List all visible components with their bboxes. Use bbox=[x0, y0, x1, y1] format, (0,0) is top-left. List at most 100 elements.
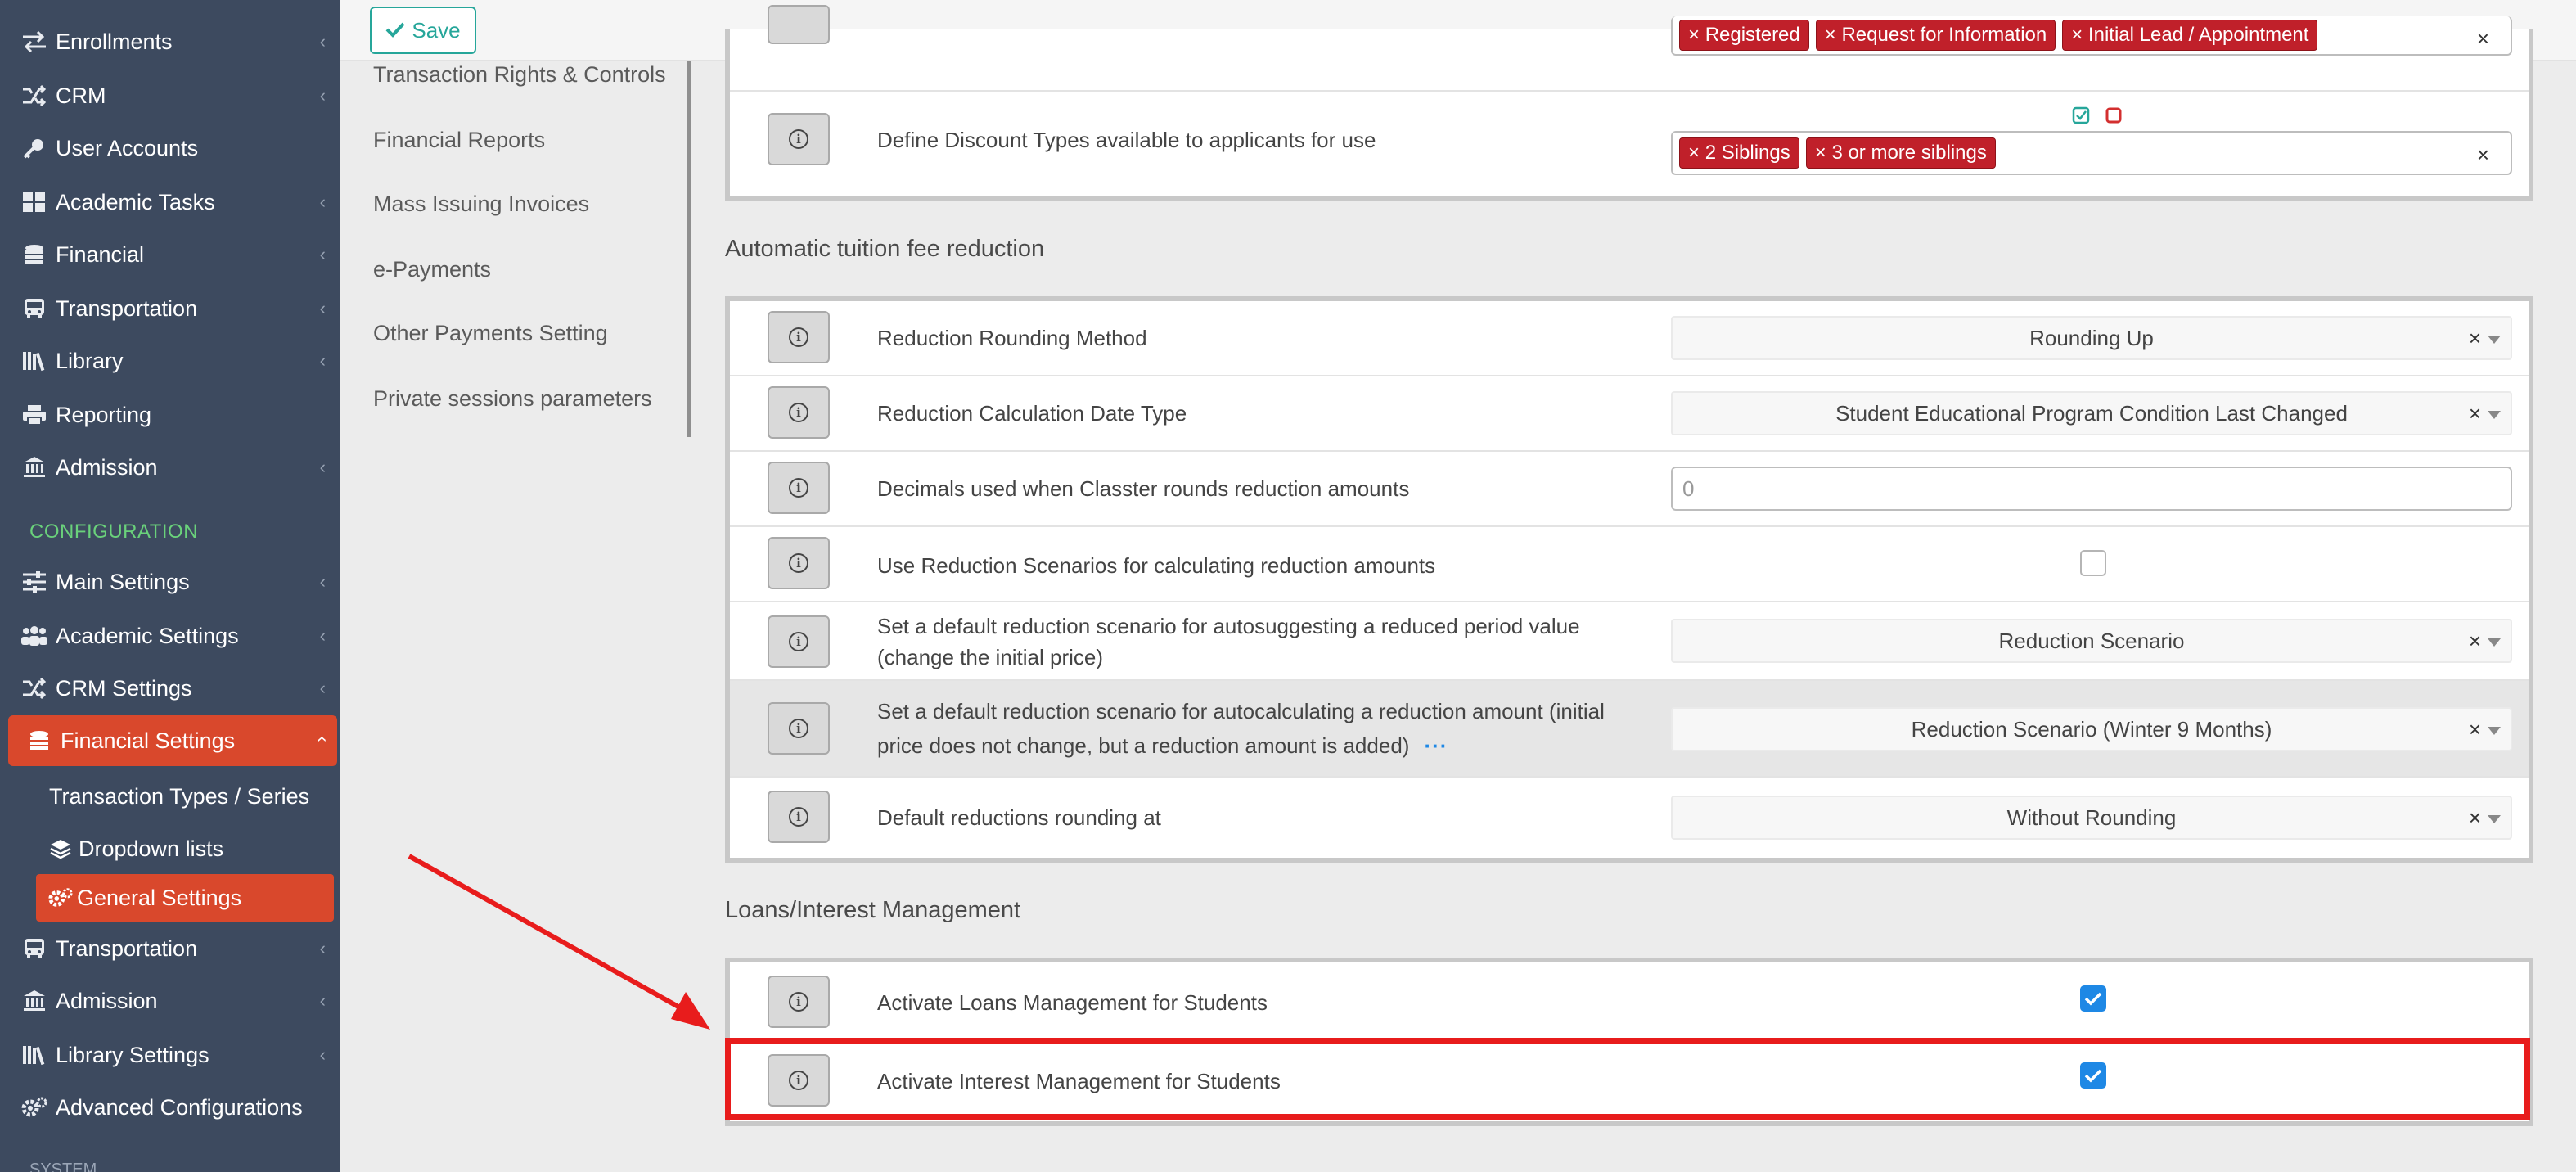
sidebar-item-label: CRM Settings bbox=[56, 675, 192, 701]
coins-icon bbox=[23, 724, 56, 757]
sidebar-item-library-settings[interactable]: Library Settings ‹ bbox=[0, 1030, 340, 1080]
sidebar-item-library[interactable]: Library ‹ bbox=[0, 336, 340, 386]
clear-icon[interactable]: × bbox=[2469, 717, 2481, 742]
subnav-scrollbar[interactable] bbox=[687, 61, 691, 437]
tag-label: 2 Siblings bbox=[1705, 142, 1790, 164]
caret-down-icon[interactable] bbox=[2488, 336, 2501, 344]
autocalculate-scenario-select[interactable]: Reduction Scenario (Winter 9 Months) × bbox=[1671, 707, 2512, 751]
subnav-item-private-sessions[interactable]: Private sessions parameters bbox=[373, 386, 652, 412]
sidebar-subitem-general-settings[interactable]: General Settings bbox=[36, 874, 334, 922]
clear-icon[interactable]: × bbox=[2469, 326, 2481, 351]
sidebar-item-main-settings[interactable]: Main Settings ‹ bbox=[0, 557, 340, 607]
select-value: Rounding Up bbox=[2029, 325, 2154, 350]
configuration-heading: CONFIGURATION bbox=[29, 521, 199, 543]
settings-row-default-scenario-autosuggest: i Set a default reduction scenario for a… bbox=[730, 602, 2529, 681]
sidebar-item-crm[interactable]: CRM ‹ bbox=[0, 70, 340, 121]
applicant-settings-panel: × Registered × Request for Information ×… bbox=[725, 5, 2533, 201]
default-rounding-select[interactable]: Without Rounding × bbox=[1671, 796, 2512, 840]
caret-down-icon[interactable] bbox=[2488, 411, 2501, 419]
info-button[interactable]: i bbox=[768, 976, 830, 1028]
tag-initial-lead[interactable]: × Initial Lead / Appointment bbox=[2062, 20, 2318, 51]
autosuggest-scenario-select[interactable]: Reduction Scenario × bbox=[1671, 619, 2512, 663]
more-ellipsis[interactable]: ··· bbox=[1424, 733, 1448, 758]
sidebar-subitem-transaction-types[interactable]: Transaction Types / Series bbox=[0, 773, 340, 820]
gears-icon bbox=[18, 1091, 51, 1124]
select-value: Reduction Scenario bbox=[1998, 628, 2185, 653]
sidebar-item-advanced-configurations[interactable]: Advanced Configurations bbox=[0, 1082, 340, 1133]
applicant-status-tags[interactable]: × Registered × Request for Information ×… bbox=[1671, 16, 2512, 56]
sidebar-item-enrollments[interactable]: Enrollments ‹ bbox=[0, 16, 340, 67]
info-icon: i bbox=[789, 632, 808, 651]
discount-types-tags[interactable]: × 2 Siblings × 3 or more siblings × bbox=[1671, 131, 2512, 175]
subnav-item-other-payments[interactable]: Other Payments Setting bbox=[373, 321, 608, 346]
sidebar-item-financial[interactable]: Financial ‹ bbox=[0, 229, 340, 280]
clear-icon[interactable]: × bbox=[2477, 26, 2489, 52]
chevron-left-icon: ‹ bbox=[319, 298, 326, 318]
caret-down-icon[interactable] bbox=[2488, 638, 2501, 647]
sidebar-item-transportation-settings[interactable]: Transportation ‹ bbox=[0, 923, 340, 974]
subnav-item-financial-reports[interactable]: Financial Reports bbox=[373, 128, 545, 153]
loans-interest-panel: i Activate Loans Management for Students… bbox=[725, 958, 2533, 1126]
select-all-icon[interactable] bbox=[2072, 106, 2090, 128]
sidebar-item-academic-settings[interactable]: Academic Settings ‹ bbox=[0, 611, 340, 661]
row-label: Activate Interest Management for Student… bbox=[877, 1069, 1281, 1093]
caret-down-icon[interactable] bbox=[2488, 815, 2501, 823]
tag-request-for-information[interactable]: × Request for Information bbox=[1815, 20, 2056, 51]
rounding-method-select[interactable]: Rounding Up × bbox=[1671, 316, 2512, 360]
sidebar-item-academic-tasks[interactable]: Academic Tasks ‹ bbox=[0, 177, 340, 228]
info-button[interactable]: i bbox=[768, 791, 830, 843]
info-button[interactable]: i bbox=[768, 386, 830, 439]
tag-label: 3 or more siblings bbox=[1831, 142, 1987, 164]
activate-loans-checkbox[interactable] bbox=[2080, 985, 2106, 1012]
chevron-left-icon: ‹ bbox=[319, 457, 326, 477]
sidebar-item-transportation[interactable]: Transportation ‹ bbox=[0, 283, 340, 334]
info-button[interactable]: i bbox=[768, 311, 830, 363]
sidebar-item-reporting[interactable]: Reporting bbox=[0, 390, 340, 440]
section-title-tuition-reduction: Automatic tuition fee reduction bbox=[725, 236, 1045, 262]
chevron-left-icon: ‹ bbox=[319, 244, 326, 264]
sidebar-subitem-dropdown-lists[interactable]: Dropdown lists bbox=[0, 825, 340, 872]
clear-icon[interactable]: × bbox=[2469, 629, 2481, 654]
caret-down-icon[interactable] bbox=[2488, 727, 2501, 735]
bus-icon bbox=[18, 292, 51, 325]
tag-2-siblings[interactable]: × 2 Siblings bbox=[1679, 137, 1799, 169]
books-icon bbox=[18, 345, 51, 377]
tag-3-or-more-siblings[interactable]: × 3 or more siblings bbox=[1805, 137, 1996, 169]
subnav-item-mass-issuing-invoices[interactable]: Mass Issuing Invoices bbox=[373, 192, 589, 217]
use-reduction-scenarios-checkbox[interactable] bbox=[2080, 550, 2106, 576]
chevron-left-icon: ‹ bbox=[319, 938, 326, 958]
sidebar-item-user-accounts[interactable]: User Accounts bbox=[0, 123, 340, 174]
clear-icon[interactable]: × bbox=[2477, 142, 2489, 168]
info-icon: i bbox=[789, 807, 808, 827]
sidebar-item-admission[interactable]: Admission ‹ bbox=[0, 442, 340, 493]
sidebar-item-financial-settings[interactable]: Financial Settings ‹ bbox=[8, 715, 337, 766]
info-button[interactable]: i bbox=[768, 1054, 830, 1107]
sidebar-item-admission-settings[interactable]: Admission ‹ bbox=[0, 976, 340, 1026]
subnav-item-e-payments[interactable]: e-Payments bbox=[373, 257, 491, 282]
activate-interest-checkbox[interactable] bbox=[2080, 1062, 2106, 1089]
settings-row-use-reduction-scenarios: i Use Reduction Scenarios for calculatin… bbox=[730, 527, 2529, 602]
settings-row-default-scenario-autocalculate: i Set a default reduction scenario for a… bbox=[730, 681, 2529, 778]
info-button[interactable]: i bbox=[768, 113, 830, 165]
sliders-icon bbox=[18, 566, 51, 598]
sidebar-item-label: Transportation bbox=[56, 935, 198, 961]
clear-icon[interactable]: × bbox=[2469, 401, 2481, 426]
info-button[interactable]: i bbox=[768, 615, 830, 668]
clear-icon[interactable]: × bbox=[2469, 805, 2481, 831]
calculation-date-type-select[interactable]: Student Educational Program Condition La… bbox=[1671, 391, 2512, 435]
info-button[interactable] bbox=[768, 5, 830, 44]
sidebar-item-label: Enrollments bbox=[56, 29, 173, 54]
decimals-input[interactable]: 0 bbox=[1671, 467, 2512, 511]
sidebar-item-crm-settings[interactable]: CRM Settings ‹ bbox=[0, 663, 340, 714]
sidebar-item-label: Transportation bbox=[56, 295, 198, 321]
save-button[interactable]: Save bbox=[370, 7, 476, 54]
info-button[interactable]: i bbox=[768, 537, 830, 589]
tag-registered[interactable]: × Registered bbox=[1679, 20, 1809, 51]
bank-icon bbox=[18, 985, 51, 1017]
deselect-all-icon[interactable] bbox=[2105, 106, 2123, 128]
subnav-item-transaction-rights[interactable]: Transaction Rights & Controls bbox=[373, 62, 666, 88]
users-icon bbox=[18, 620, 51, 652]
info-button[interactable]: i bbox=[768, 702, 830, 755]
info-button[interactable]: i bbox=[768, 462, 830, 514]
info-icon: i bbox=[789, 403, 808, 422]
